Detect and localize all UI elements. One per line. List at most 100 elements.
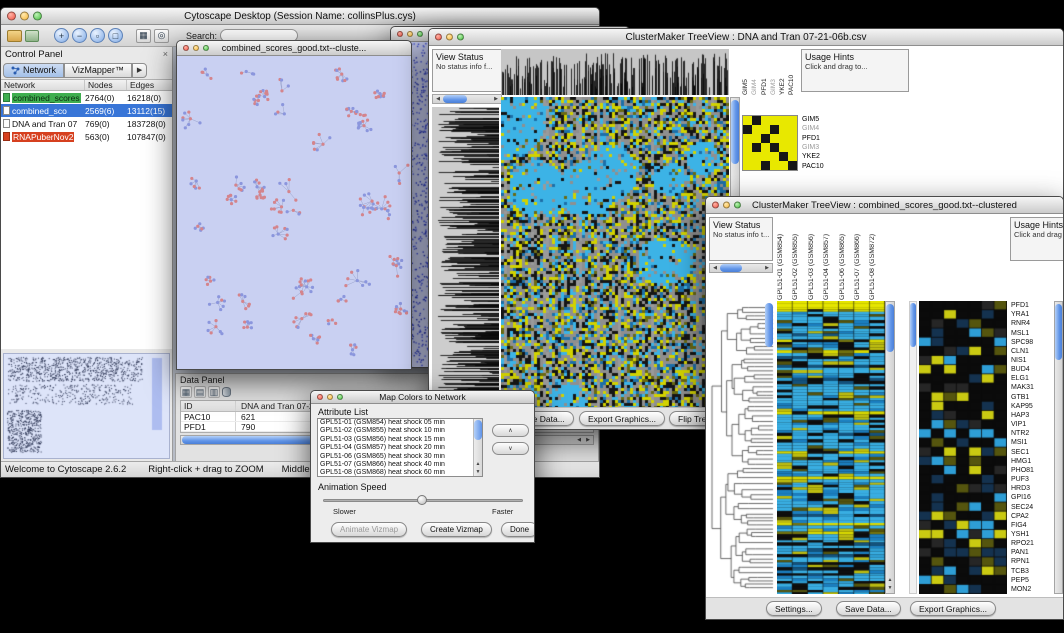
- import-network-icon[interactable]: [25, 30, 39, 42]
- window-controls[interactable]: [712, 202, 741, 209]
- minimize-button[interactable]: [723, 202, 730, 209]
- scroll-up-icon[interactable]: ▲: [474, 460, 482, 468]
- animate-vizmap-button[interactable]: Animate Vizmap: [331, 522, 407, 537]
- gene-label[interactable]: NIS1: [1011, 356, 1053, 365]
- attribute-item[interactable]: GPL51-06 (GSM865) heat shock 30 min: [318, 453, 473, 461]
- attribute-listbox[interactable]: GPL51-01 (GSM854) heat shock 05 minGPL51…: [317, 418, 483, 477]
- gene-label[interactable]: GTB1: [1011, 393, 1053, 402]
- listbox-vscrollbar[interactable]: ▲ ▼: [473, 419, 482, 476]
- zoom-fit-icon[interactable]: □: [108, 28, 123, 43]
- dendrogram-hscrollbar[interactable]: ◀ ▶: [709, 263, 773, 273]
- gene-label[interactable]: YSH1: [1011, 530, 1053, 539]
- attribute-item[interactable]: GPL51-07 (GSM866) heat shock 40 min: [318, 461, 473, 469]
- gene-label[interactable]: CLN1: [1011, 347, 1053, 356]
- attribute-item[interactable]: GPL51-01 (GSM854) heat shock 05 min: [318, 419, 473, 427]
- network-row[interactable]: RNAPuberNov2 563(0) 107847(0): [1, 130, 172, 143]
- gene-label[interactable]: RPO21: [1011, 539, 1053, 548]
- attribute-item[interactable]: GPL51-02 (GSM855) heat shock 10 min: [318, 427, 473, 435]
- gene-label[interactable]: PAN1: [1011, 548, 1053, 557]
- close-icon[interactable]: ×: [163, 49, 168, 59]
- map-colors-dialog[interactable]: Map Colors to Network Attribute List GPL…: [310, 390, 535, 543]
- row-dendrogram[interactable]: [432, 107, 499, 409]
- close-button[interactable]: [712, 202, 719, 209]
- gene-label[interactable]: HRD3: [1011, 484, 1053, 493]
- gene-label[interactable]: SEC1: [1011, 448, 1053, 457]
- gene-label[interactable]: CPA2: [1011, 512, 1053, 521]
- tab-network[interactable]: Network: [3, 63, 64, 78]
- gene-label[interactable]: PUF3: [1011, 475, 1053, 484]
- select-attributes-icon[interactable]: ▦: [180, 386, 192, 398]
- window-controls[interactable]: [183, 45, 209, 51]
- gene-label[interactable]: MSI1: [1011, 438, 1053, 447]
- scroll-right-icon[interactable]: ▶: [763, 264, 771, 272]
- network-row[interactable]: combined_scores 2764(0) 16218(0): [1, 91, 172, 104]
- selected-genes-heatmap[interactable]: [919, 301, 1007, 594]
- close-button[interactable]: [7, 12, 16, 21]
- gene-label[interactable]: BUD4: [1011, 365, 1053, 374]
- gene-label[interactable]: HAP3: [1011, 411, 1053, 420]
- network-view-window[interactable]: combined_scores_good.txt--cluste...: [176, 40, 412, 370]
- close-button[interactable]: [435, 34, 442, 41]
- tab-vizmapper[interactable]: VizMapper™: [64, 63, 132, 78]
- gene-label[interactable]: TCB3: [1011, 567, 1053, 576]
- column-dendrogram[interactable]: [501, 49, 729, 95]
- scroll-down-icon[interactable]: ▼: [474, 468, 482, 476]
- minimize-button[interactable]: [407, 31, 413, 37]
- gene-label[interactable]: MON2: [1011, 585, 1053, 594]
- close-button[interactable]: [183, 45, 189, 51]
- export-graphics-button[interactable]: Export Graphics...: [579, 411, 665, 426]
- gene-list-vscrollbar[interactable]: [1054, 301, 1063, 594]
- scroll-up-icon[interactable]: ▲: [886, 576, 894, 584]
- dendrogram-hscrollbar[interactable]: ◀ ▶: [432, 94, 502, 104]
- move-up-button[interactable]: ∧: [492, 424, 529, 437]
- attribute-item[interactable]: GPL51-04 (GSM857) heat shock 20 min: [318, 444, 473, 452]
- gene-label[interactable]: PHO81: [1011, 466, 1053, 475]
- treeview-dna-titlebar[interactable]: ClusterMaker TreeView : DNA and Tran 07-…: [429, 29, 1063, 46]
- zoom-selected-icon[interactable]: ▫: [90, 28, 105, 43]
- scroll-left-icon[interactable]: ◀: [434, 95, 442, 103]
- main-titlebar[interactable]: Cytoscape Desktop (Session Name: collins…: [1, 8, 599, 25]
- zoom-button[interactable]: [337, 394, 343, 400]
- zoom-button[interactable]: [457, 34, 464, 41]
- done-button[interactable]: Done: [501, 522, 535, 537]
- window-controls[interactable]: [435, 34, 464, 41]
- zoom-out-icon[interactable]: −: [72, 28, 87, 43]
- gene-label[interactable]: GPI16: [1011, 493, 1053, 502]
- similarity-matrix[interactable]: [742, 115, 798, 171]
- window-controls[interactable]: [397, 31, 423, 37]
- zoom-in-icon[interactable]: +: [54, 28, 69, 43]
- attribute-item[interactable]: GPL51-08 (GSM868) heat shock 60 min: [318, 469, 473, 476]
- network-row[interactable]: DNA and Tran 07 769(0) 183728(0): [1, 117, 172, 130]
- window-controls[interactable]: [7, 12, 42, 21]
- dendrogram-vscroll-thumb[interactable]: [765, 303, 773, 347]
- annotation-icon[interactable]: ▦: [136, 29, 151, 43]
- attribute-database-icon[interactable]: [222, 387, 231, 397]
- gene-label[interactable]: KAP95: [1011, 402, 1053, 411]
- create-attribute-icon[interactable]: ▤: [194, 386, 206, 398]
- network-view-titlebar[interactable]: combined_scores_good.txt--cluste...: [177, 41, 411, 56]
- settings-button[interactable]: Settings...: [766, 601, 822, 616]
- network-overview[interactable]: [3, 353, 170, 459]
- selection-vscrollbar[interactable]: [909, 301, 917, 594]
- zoom-button[interactable]: [417, 31, 423, 37]
- save-data-button[interactable]: Save Data...: [836, 601, 901, 616]
- scroll-right-icon[interactable]: ▶: [584, 436, 592, 444]
- scroll-right-icon[interactable]: ▶: [492, 95, 500, 103]
- network-overview-canvas[interactable]: [4, 354, 168, 456]
- network-row-selected[interactable]: combined_sco 2569(6) 13112(15): [1, 104, 172, 117]
- minimize-button[interactable]: [193, 45, 199, 51]
- gene-label[interactable]: PFD1: [1011, 301, 1053, 310]
- gene-label[interactable]: PEP5: [1011, 576, 1053, 585]
- zoom-button[interactable]: [33, 12, 42, 21]
- open-session-icon[interactable]: [7, 30, 22, 42]
- window-controls[interactable]: [317, 394, 343, 400]
- gene-label[interactable]: YRA1: [1011, 310, 1053, 319]
- gene-label[interactable]: NTR2: [1011, 429, 1053, 438]
- zoom-button[interactable]: [203, 45, 209, 51]
- animation-speed-slider[interactable]: [323, 494, 523, 506]
- gene-label[interactable]: HMG1: [1011, 457, 1053, 466]
- slider-handle[interactable]: [417, 495, 427, 505]
- gene-label[interactable]: RNR4: [1011, 319, 1053, 328]
- expression-heatmap[interactable]: [501, 97, 729, 409]
- minimize-button[interactable]: [446, 34, 453, 41]
